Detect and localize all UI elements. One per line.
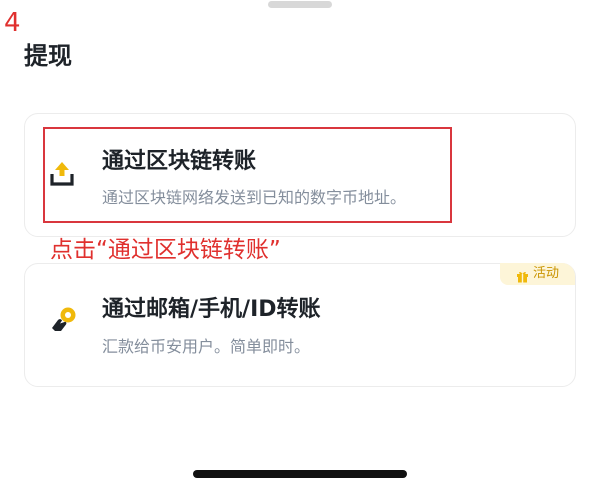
tap-instruction-annotation: 点击“通过区块链转账” — [50, 237, 281, 263]
activity-badge-label: 活动 — [532, 266, 559, 281]
gift-icon — [516, 268, 529, 282]
sheet-drag-handle[interactable] — [268, 1, 332, 8]
option-desc-email-phone-id: 汇款给币安用户。简单即时。 — [102, 337, 311, 356]
activity-badge: 活动 — [500, 263, 575, 285]
page-title: 提现 — [24, 42, 72, 70]
highlight-box-annotation — [43, 127, 452, 223]
home-indicator[interactable] — [193, 470, 407, 478]
hand-coin-icon — [50, 306, 78, 334]
step-number-annotation: 4 — [4, 8, 21, 38]
option-card-email-phone-id-transfer[interactable] — [24, 263, 576, 387]
option-title-email-phone-id: 通过邮箱/手机/ID转账 — [102, 297, 321, 322]
